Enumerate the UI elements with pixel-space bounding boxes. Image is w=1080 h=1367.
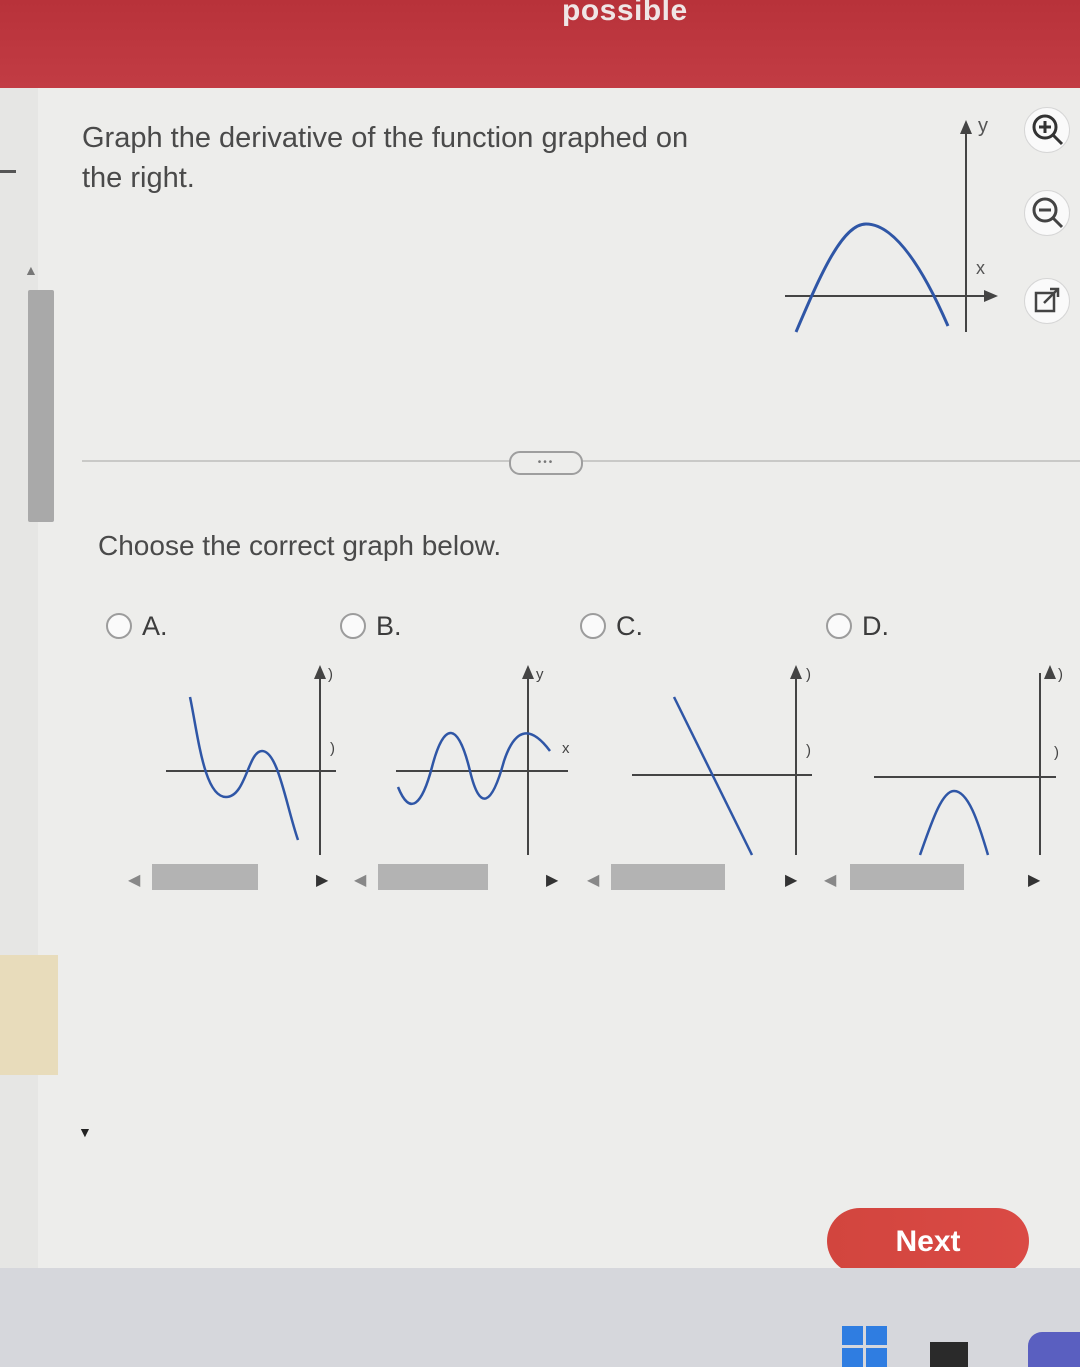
option-d-label: D. <box>862 610 889 641</box>
scroll-right-icon[interactable]: ▶ <box>785 870 797 890</box>
zoom-out-icon <box>1032 197 1064 229</box>
external-link-icon <box>1034 287 1060 313</box>
y-axis-label: y <box>978 115 988 137</box>
option-a-curve <box>188 696 300 841</box>
taskbar <box>0 1268 1080 1367</box>
option-b[interactable]: B. <box>340 608 402 644</box>
left-dash <box>0 170 16 173</box>
scroll-left-icon[interactable]: ◀ <box>128 870 140 890</box>
x-axis-label: ) <box>806 742 811 759</box>
scroll-left-icon[interactable]: ◀ <box>587 870 599 890</box>
function-curve <box>794 222 950 333</box>
x-axis-label: ) <box>1054 744 1059 761</box>
option-a-graph[interactable]: ) ) <box>160 655 350 860</box>
y-axis-label: ) <box>328 666 333 683</box>
y-axis-arrow <box>790 665 802 679</box>
x-axis-label: ) <box>330 740 335 757</box>
option-d[interactable]: D. <box>826 608 889 644</box>
function-graph: y x <box>785 115 998 333</box>
radio-a[interactable] <box>106 613 132 639</box>
x-axis-label: x <box>976 258 985 278</box>
scroll-down-arrow-icon[interactable]: ▼ <box>78 1124 92 1140</box>
option-a-label: A. <box>142 610 168 641</box>
zoom-in-button[interactable] <box>1024 107 1070 153</box>
scroll-thumb[interactable] <box>378 864 488 890</box>
scroll-thumb[interactable] <box>152 864 258 890</box>
scroll-right-icon[interactable]: ▶ <box>1028 870 1040 890</box>
taskbar-app-icon[interactable] <box>930 1342 968 1367</box>
scroll-right-icon[interactable]: ▶ <box>546 870 558 890</box>
scroll-left-icon[interactable]: ◀ <box>354 870 366 890</box>
popout-button[interactable] <box>1024 278 1070 324</box>
choose-prompt: Choose the correct graph below. <box>98 530 502 561</box>
scroll-thumb[interactable] <box>611 864 725 890</box>
divider-handle[interactable]: ••• <box>509 451 583 475</box>
option-d-graph[interactable]: ) ) <box>870 655 1070 860</box>
y-axis-arrow <box>314 665 326 679</box>
option-b-label: B. <box>376 610 402 641</box>
option-a[interactable]: A. <box>106 608 168 644</box>
scroll-up-arrow-icon[interactable]: ▲ <box>24 262 38 278</box>
x-axis-label: x <box>562 740 570 757</box>
header-title: possible <box>562 0 688 27</box>
y-axis-label: ) <box>1058 666 1063 683</box>
y-axis-label: ) <box>806 666 811 683</box>
scroll-left-icon[interactable]: ◀ <box>824 870 836 890</box>
y-axis-arrow <box>1044 665 1056 679</box>
y-axis-arrow <box>522 665 534 679</box>
radio-d[interactable] <box>826 613 852 639</box>
side-highlight <box>0 955 58 1075</box>
option-b-graph[interactable]: y x <box>392 655 582 860</box>
zoom-out-button[interactable] <box>1024 190 1070 236</box>
windows-start-icon[interactable] <box>842 1326 888 1367</box>
radio-b[interactable] <box>340 613 366 639</box>
option-d-scrollbar[interactable]: ◀ ▶ <box>822 862 1052 898</box>
scroll-thumb[interactable] <box>850 864 964 890</box>
x-axis-arrow <box>984 290 998 302</box>
next-button[interactable]: Next <box>827 1208 1029 1274</box>
option-c[interactable]: C. <box>580 608 643 644</box>
vertical-scrollbar-thumb[interactable] <box>28 290 54 522</box>
radio-c[interactable] <box>580 613 606 639</box>
y-axis-arrow <box>960 120 972 134</box>
header-bar: possible <box>0 0 1080 88</box>
taskbar-app-icon-2[interactable] <box>1028 1332 1080 1367</box>
option-a-scrollbar[interactable]: ◀ ▶ <box>120 862 335 898</box>
option-d-curve <box>918 789 990 856</box>
y-axis-label: y <box>536 666 544 683</box>
option-c-scrollbar[interactable]: ◀ ▶ <box>585 862 805 898</box>
question-text: Graph the derivative of the function gra… <box>82 122 689 194</box>
option-c-graph[interactable]: ) ) <box>628 655 818 860</box>
scroll-right-icon[interactable]: ▶ <box>316 870 328 890</box>
option-b-scrollbar[interactable]: ◀ ▶ <box>350 862 570 898</box>
zoom-in-icon <box>1032 114 1064 146</box>
option-c-label: C. <box>616 610 643 641</box>
